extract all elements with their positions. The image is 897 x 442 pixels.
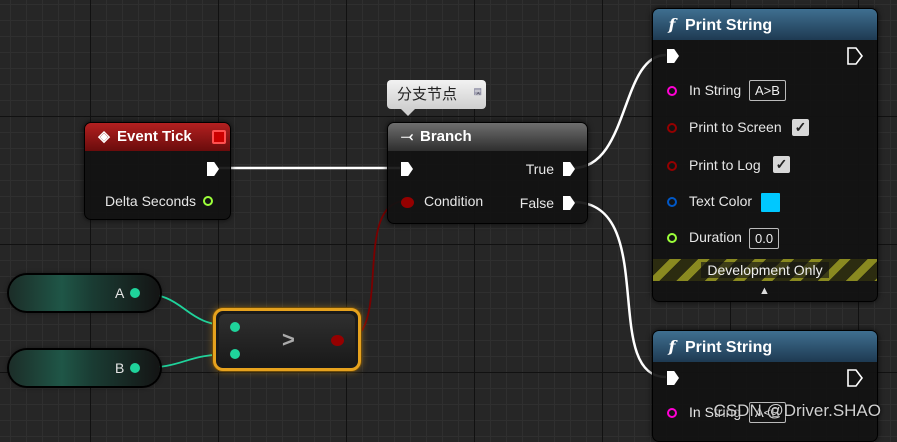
- variable-b-label: B: [115, 360, 125, 376]
- delta-seconds-label: Delta Seconds: [105, 193, 197, 209]
- variable-a-node[interactable]: A: [9, 275, 160, 311]
- branch-title: Branch: [420, 128, 472, 145]
- in-string-field[interactable]: A>B: [749, 80, 786, 101]
- in-string-label: In String: [689, 82, 742, 98]
- print-string-2-header[interactable]: f Print String: [653, 331, 877, 362]
- print-string-1-exec-out-pin[interactable]: [847, 47, 863, 65]
- branch-exec-in-pin[interactable]: [401, 162, 413, 176]
- variable-a-pin[interactable]: [130, 288, 140, 298]
- event-tick-title: Event Tick: [117, 128, 192, 145]
- compare-input-a-pin[interactable]: [230, 322, 240, 332]
- print-to-log-label: Print to Log: [689, 157, 761, 173]
- condition-pin[interactable]: [401, 197, 414, 208]
- print-string-node-1[interactable]: f Print String In String A>B Print to Scr…: [652, 8, 878, 302]
- print-string-1-header[interactable]: f Print String: [653, 9, 877, 40]
- branch-false-label: False: [519, 195, 554, 211]
- duration-field[interactable]: 0.0: [749, 228, 780, 249]
- duration-pin[interactable]: [667, 233, 677, 243]
- branch-icon: ⤙: [400, 128, 413, 145]
- in-string-pin-2[interactable]: [667, 408, 677, 418]
- collapse-arrow-icon[interactable]: ▲: [759, 285, 770, 297]
- development-only-label: Development Only: [701, 262, 829, 278]
- delegate-pin-icon[interactable]: [212, 130, 226, 144]
- compare-operator-label: >: [282, 327, 295, 352]
- compare-output-pin[interactable]: [331, 335, 344, 346]
- duration-label: Duration: [689, 229, 742, 245]
- branch-header[interactable]: ⤙ Branch: [388, 123, 587, 151]
- text-color-swatch[interactable]: [761, 193, 780, 212]
- branch-node[interactable]: ⤙ Branch True Condition False: [387, 122, 588, 224]
- text-color-label: Text Color: [689, 193, 753, 209]
- print-string-2-exec-out-pin[interactable]: [847, 369, 863, 387]
- print-string-node-2[interactable]: f Print String In String A<B: [652, 330, 878, 442]
- print-string-1-exec-in-pin[interactable]: [667, 49, 679, 63]
- in-string-pin[interactable]: [667, 86, 677, 96]
- branch-comment-bubble[interactable]: 分支节点 ⌃ ▤: [387, 80, 486, 116]
- compare-input-b-pin[interactable]: [230, 349, 240, 359]
- watermark: CSDN @Driver.SHAO: [713, 401, 881, 420]
- development-only-banner: Development Only: [653, 259, 877, 281]
- variable-b-node[interactable]: B: [9, 350, 160, 386]
- event-diamond-icon: ◈: [98, 128, 110, 145]
- delta-seconds-pin[interactable]: [203, 196, 213, 206]
- branch-true-pin[interactable]: [563, 162, 575, 176]
- print-string-1-title: Print String: [685, 17, 773, 34]
- comment-text: 分支节点: [397, 86, 458, 103]
- event-tick-exec-out-pin[interactable]: [207, 162, 219, 176]
- variable-a-label: A: [115, 285, 125, 301]
- event-tick-node[interactable]: ◈ Event Tick Delta Seconds: [84, 122, 231, 220]
- branch-true-label: True: [525, 161, 554, 177]
- print-to-log-pin[interactable]: [667, 161, 677, 171]
- event-tick-header[interactable]: ◈ Event Tick: [85, 123, 230, 151]
- text-color-pin[interactable]: [667, 197, 677, 207]
- print-to-screen-label: Print to Screen: [689, 119, 782, 135]
- print-to-log-checkbox[interactable]: ✓: [773, 156, 790, 173]
- print-to-screen-pin[interactable]: [667, 123, 677, 133]
- print-to-screen-checkbox[interactable]: ✓: [792, 119, 809, 136]
- print-string-2-exec-in-pin[interactable]: [667, 371, 679, 385]
- print-string-2-title: Print String: [685, 339, 773, 356]
- variable-b-pin[interactable]: [130, 363, 140, 373]
- function-icon: f: [668, 15, 676, 34]
- branch-false-pin[interactable]: [563, 196, 575, 210]
- function-icon: f: [668, 337, 676, 356]
- condition-label: Condition: [424, 193, 484, 209]
- greater-than-node[interactable]: >: [213, 308, 361, 371]
- comment-edit-icon: ▤: [473, 86, 482, 96]
